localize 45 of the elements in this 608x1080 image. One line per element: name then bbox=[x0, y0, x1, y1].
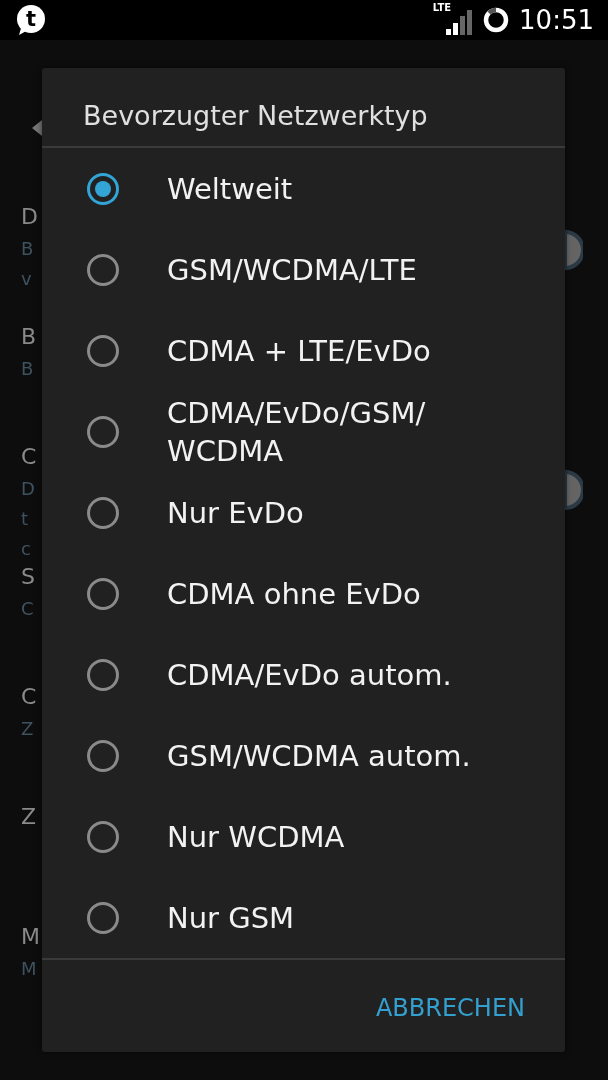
radio-button[interactable] bbox=[85, 170, 121, 207]
radio-button[interactable] bbox=[85, 656, 121, 693]
option-label: Nur GSM bbox=[167, 899, 296, 937]
setting-summary: C bbox=[21, 597, 34, 621]
setting-summary: B bbox=[21, 237, 34, 261]
radio-button[interactable] bbox=[85, 332, 121, 369]
radio-button[interactable] bbox=[85, 494, 121, 531]
setting-summary: v bbox=[21, 267, 32, 291]
clock-time: 10:51 bbox=[519, 5, 594, 35]
setting-title: M bbox=[21, 923, 40, 951]
option-label: CDMA/EvDo autom. bbox=[167, 656, 453, 694]
radio-button[interactable] bbox=[85, 413, 121, 450]
setting-summary: Z bbox=[21, 717, 34, 741]
dialog-title: Bevorzugter Netzwerktyp bbox=[42, 68, 565, 148]
toggle-switch[interactable] bbox=[565, 470, 583, 510]
option-label: GSM/WCDMA autom. bbox=[167, 737, 472, 775]
option-label: CDMA/EvDo/GSM/WCDMA bbox=[167, 394, 427, 470]
setting-title: Z bbox=[21, 803, 37, 831]
app-notification-icon: t bbox=[16, 5, 46, 35]
radio-button[interactable] bbox=[85, 818, 121, 855]
setting-title: D bbox=[21, 203, 38, 231]
toggle-switch[interactable] bbox=[565, 230, 583, 270]
setting-title: C bbox=[21, 683, 37, 711]
option-label: Nur WCDMA bbox=[167, 818, 346, 856]
option-label: CDMA + LTE/EvDo bbox=[167, 332, 432, 370]
option-label: Nur EvDo bbox=[167, 494, 305, 532]
setting-summary: c bbox=[21, 537, 31, 561]
back-arrow-icon[interactable] bbox=[30, 118, 44, 138]
cancel-button[interactable]: ABBRECHEN bbox=[375, 990, 525, 1026]
option-label: CDMA ohne EvDo bbox=[167, 575, 422, 613]
radio-button[interactable] bbox=[85, 899, 121, 936]
option-label: Weltweit bbox=[167, 170, 294, 208]
setting-summary: B bbox=[21, 357, 34, 381]
battery-ring-icon bbox=[483, 7, 510, 33]
setting-summary: M bbox=[21, 957, 37, 981]
radio-button[interactable] bbox=[85, 737, 121, 774]
setting-summary: t bbox=[21, 507, 29, 531]
setting-summary: D bbox=[21, 477, 35, 501]
setting-title: B bbox=[21, 323, 37, 351]
radio-button[interactable] bbox=[85, 251, 121, 288]
option-label: GSM/WCDMA/LTE bbox=[167, 251, 418, 289]
setting-title: C bbox=[21, 443, 37, 471]
setting-title: S bbox=[21, 563, 35, 591]
radio-button[interactable] bbox=[85, 575, 121, 612]
network-type-label: LTE bbox=[432, 2, 452, 13]
